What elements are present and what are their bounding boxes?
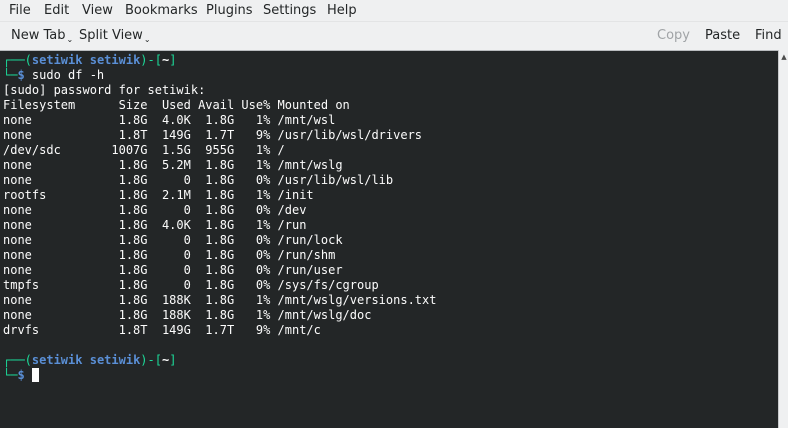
prompt-line-top: ┌──(setiwik setiwik)-[~] bbox=[3, 353, 177, 367]
df-row: none 1.8T 149G 1.7T 9% /usr/lib/wsl/driv… bbox=[3, 128, 423, 142]
new-tab-button[interactable]: New Tab⌄ bbox=[11, 28, 73, 44]
copy-button[interactable]: Copy bbox=[657, 28, 690, 43]
df-row: none 1.8G 0 1.8G 0% /run/shm bbox=[3, 248, 336, 262]
df-row: rootfs 1.8G 2.1M 1.8G 1% /init bbox=[3, 188, 314, 202]
konsole-window: File Edit View Bookmarks Plugins Setting… bbox=[0, 0, 788, 428]
df-row: /dev/sdc 1007G 1.5G 955G 1% / bbox=[3, 143, 285, 157]
menu-help[interactable]: Help bbox=[327, 3, 357, 18]
df-row: none 1.8G 0 1.8G 0% /usr/lib/wsl/lib bbox=[3, 173, 394, 187]
menu-edit[interactable]: Edit bbox=[44, 3, 69, 18]
df-table: none 1.8G 4.0K 1.8G 1% /mnt/wsl none 1.8T… bbox=[3, 113, 436, 338]
menu-bar: File Edit View Bookmarks Plugins Setting… bbox=[0, 0, 788, 21]
split-view-button[interactable]: Split View⌄ bbox=[79, 28, 151, 44]
find-button[interactable]: Find bbox=[755, 28, 782, 43]
paste-button[interactable]: Paste bbox=[705, 28, 740, 43]
menu-plugins[interactable]: Plugins bbox=[206, 3, 253, 18]
vertical-scrollbar[interactable]: ▲ bbox=[778, 50, 788, 428]
df-row: none 1.8G 4.0K 1.8G 1% /run bbox=[3, 218, 307, 232]
terminal-output: ┌──(setiwik setiwik)-[~] └─$ sudo df -h … bbox=[3, 53, 436, 383]
toolbar: New Tab⌄ Split View⌄ Copy Paste Find bbox=[0, 21, 788, 50]
text-cursor bbox=[31, 368, 39, 382]
df-row: none 1.8G 188K 1.8G 1% /mnt/wslg/doc bbox=[3, 308, 372, 322]
df-row: none 1.8G 4.0K 1.8G 1% /mnt/wsl bbox=[3, 113, 336, 127]
df-header: Filesystem Size Used Avail Use% Mounted … bbox=[3, 98, 350, 112]
prompt-line-top: ┌──(setiwik setiwik)-[~] bbox=[3, 53, 177, 67]
menu-file[interactable]: File bbox=[9, 3, 31, 18]
scroll-up-arrow-icon[interactable]: ▲ bbox=[780, 53, 788, 61]
chevron-down-icon: ⌄ bbox=[143, 35, 151, 44]
input-line[interactable]: └─$ bbox=[3, 368, 436, 383]
split-view-label: Split View bbox=[79, 28, 143, 43]
df-row: none 1.8G 0 1.8G 0% /run/lock bbox=[3, 233, 343, 247]
df-row: none 1.8G 0 1.8G 0% /dev bbox=[3, 203, 307, 217]
new-tab-label: New Tab bbox=[11, 28, 66, 43]
command-line: └─$ sudo df -h bbox=[3, 68, 105, 82]
menu-bookmarks[interactable]: Bookmarks bbox=[125, 3, 198, 18]
df-row: tmpfs 1.8G 0 1.8G 0% /sys/fs/cgroup bbox=[3, 278, 379, 292]
df-row: none 1.8G 0 1.8G 0% /run/user bbox=[3, 263, 343, 277]
terminal-view[interactable]: ┌──(setiwik setiwik)-[~] └─$ sudo df -h … bbox=[0, 50, 778, 428]
menu-settings[interactable]: Settings bbox=[263, 3, 316, 18]
df-row: none 1.8G 5.2M 1.8G 1% /mnt/wslg bbox=[3, 158, 343, 172]
chevron-down-icon: ⌄ bbox=[66, 35, 74, 44]
sudo-password-prompt: [sudo] password for setiwik: bbox=[3, 83, 206, 97]
df-row: drvfs 1.8T 149G 1.7T 9% /mnt/c bbox=[3, 323, 321, 337]
df-row: none 1.8G 188K 1.8G 1% /mnt/wslg/version… bbox=[3, 293, 437, 307]
menu-view[interactable]: View bbox=[82, 3, 113, 18]
